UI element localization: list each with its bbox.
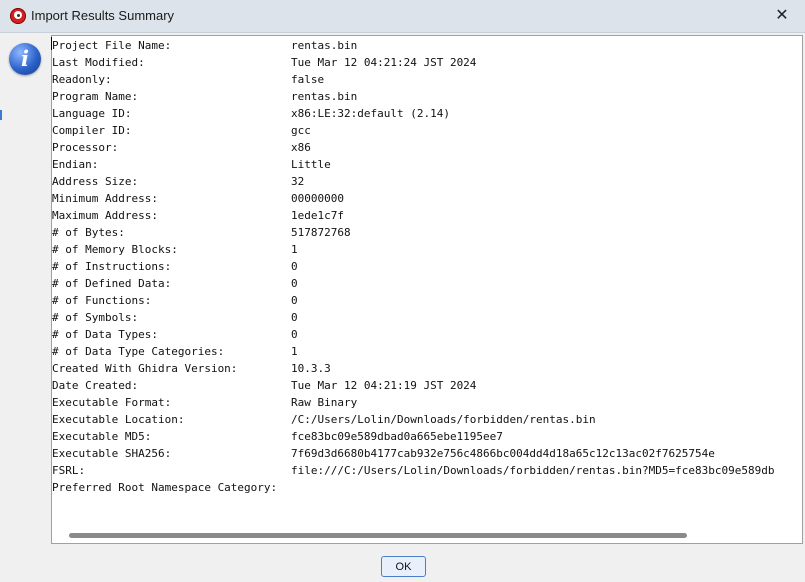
field-label: # of Instructions: [52,260,172,273]
field-label: # of Bytes: [52,226,125,239]
field-value: 0 [291,311,298,324]
summary-text-area[interactable]: Project File Name: rentas.bin Last Modifi… [51,35,803,544]
field-value: 00000000 [291,192,344,205]
field-label: Language ID: [52,107,132,120]
field-value: 7f69d3d6680b4177cab932e756c4866bc004dd4d… [291,447,715,460]
field-label: Created With Ghidra Version: [52,362,238,375]
window-title: Import Results Summary [31,8,175,23]
field-label: Maximum Address: [52,209,158,222]
field-value: gcc [291,124,311,137]
field-label: Readonly: [52,73,112,86]
field-label: Compiler ID: [52,124,132,137]
ghidra-app-icon [10,8,26,24]
field-label: Executable Format: [52,396,172,409]
field-value: 10.3.3 [291,362,331,375]
field-label: Last Modified: [52,56,145,69]
field-label: FSRL: [52,464,86,477]
field-value: 0 [291,277,298,290]
field-label: Project File Name: [52,39,172,52]
field-label: Program Name: [52,90,139,103]
field-value: rentas.bin [291,90,358,103]
field-label: # of Memory Blocks: [52,243,178,256]
field-value: fce83bc09e589dbad0a665ebe1195ee7 [291,430,503,443]
field-value: 517872768 [291,226,351,239]
field-label: Minimum Address: [52,192,158,205]
field-value: /C:/Users/Lolin/Downloads/forbidden/rent… [291,413,596,426]
field-label: Executable SHA256: [52,447,172,460]
field-label: Endian: [52,158,99,171]
field-value: Little [291,158,331,171]
field-value: x86:LE:32:default (2.14) [291,107,450,120]
window-edge-accent [0,110,2,120]
field-label: # of Functions: [52,294,152,307]
field-label: # of Defined Data: [52,277,172,290]
field-value: Tue Mar 12 04:21:19 JST 2024 [291,379,477,392]
field-value: 1ede1c7f [291,209,344,222]
field-value: rentas.bin [291,39,358,52]
info-icon: i [9,43,41,75]
field-label: # of Data Type Categories: [52,345,225,358]
title-bar: Import Results Summary ✕ [0,0,805,33]
text-caret [51,37,52,50]
field-value: 0 [291,260,298,273]
field-value: Raw Binary [291,396,358,409]
close-button[interactable]: ✕ [759,0,805,32]
field-value: 0 [291,328,298,341]
field-value: file:///C:/Users/Lolin/Downloads/forbidd… [291,464,775,477]
field-label: Preferred Root Namespace Category: [52,481,278,494]
field-value: 32 [291,175,305,188]
field-value: Tue Mar 12 04:21:24 JST 2024 [291,56,477,69]
field-value: false [291,73,325,86]
field-label: Processor: [52,141,119,154]
horizontal-scrollbar-thumb[interactable] [69,533,687,538]
field-label: Executable Location: [52,413,185,426]
field-label: Date Created: [52,379,139,392]
field-value: x86 [291,141,311,154]
field-value: 1 [291,345,298,358]
field-label: # of Data Types: [52,328,158,341]
field-label: Address Size: [52,175,139,188]
field-value: 0 [291,294,298,307]
field-label: Executable MD5: [52,430,152,443]
field-value: 1 [291,243,298,256]
horizontal-scrollbar[interactable] [52,529,802,543]
ok-button[interactable]: OK [381,556,426,577]
field-label: # of Symbols: [52,311,139,324]
